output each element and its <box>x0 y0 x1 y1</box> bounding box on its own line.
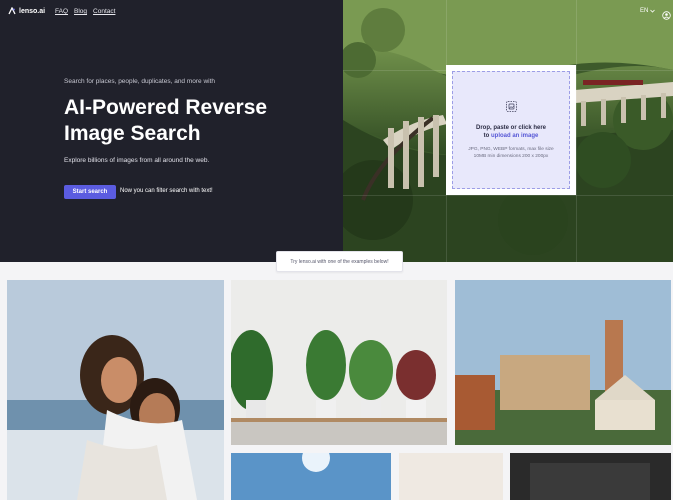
hero-subtitle: Search for places, people, duplicates, a… <box>64 78 216 85</box>
example-tile-couple[interactable] <box>7 280 224 500</box>
upload-image-link[interactable]: upload an image <box>491 133 538 139</box>
nav-links: FAQ Blog Contact <box>55 8 115 15</box>
upload-requirements: JPG, PNG, WEBP formats, max file size 10… <box>468 147 553 160</box>
image-upload-icon <box>505 101 517 112</box>
start-search-button[interactable]: Start search <box>64 185 116 199</box>
hero-section: lenso.ai FAQ Blog Contact EN Search for … <box>0 0 673 262</box>
language-label: EN <box>640 8 649 14</box>
user-circle-icon <box>662 11 671 20</box>
upload-prompt: Drop, paste or click here to upload an i… <box>476 124 546 140</box>
hero-title: AI-Powered Reverse Image Search <box>64 96 268 145</box>
example-tile-rome[interactable] <box>455 280 671 445</box>
hero-description: Explore billions of images from all arou… <box>64 157 210 164</box>
upload-formats: JPG, PNG, WEBP formats, max file size <box>468 147 554 152</box>
nav-link-blog[interactable]: Blog <box>74 8 87 15</box>
language-selector[interactable]: EN <box>640 8 656 14</box>
example-tile-sky[interactable] <box>231 453 391 500</box>
nav-link-contact[interactable]: Contact <box>93 8 115 15</box>
brand-name: lenso.ai <box>19 7 46 15</box>
brand-logo[interactable]: lenso.ai <box>8 7 45 15</box>
example-tile-object[interactable] <box>510 453 671 500</box>
lenso-logo-icon <box>8 7 16 15</box>
examples-tip: Try lenso.ai with one of the examples be… <box>276 251 403 272</box>
example-tile-plants[interactable] <box>231 280 447 445</box>
example-tile-sand[interactable] <box>399 453 503 500</box>
user-account-button[interactable] <box>662 7 671 25</box>
chevron-down-icon <box>650 9 656 13</box>
upload-dropzone[interactable]: Drop, paste or click here to upload an i… <box>452 71 570 189</box>
upload-card: Drop, paste or click here to upload an i… <box>446 65 576 195</box>
filter-note: Now you can filter search with text! <box>120 188 213 194</box>
upload-dimensions: 10MB min dimensions 200 x 200px <box>473 153 549 159</box>
upload-prompt-prefix: to <box>483 133 490 139</box>
nav-link-faq[interactable]: FAQ <box>55 8 68 15</box>
upload-prompt-text: Drop, paste or click here <box>475 125 547 131</box>
top-navbar: lenso.ai FAQ Blog Contact EN <box>0 0 673 24</box>
